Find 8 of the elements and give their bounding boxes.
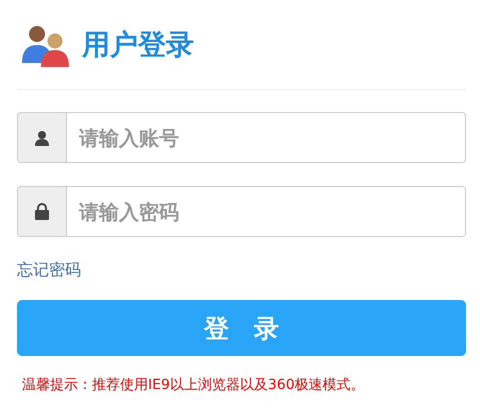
account-field[interactable]: 请输入账号	[17, 112, 466, 163]
lock-icon	[35, 203, 49, 220]
page-title: 用户登录	[82, 26, 194, 62]
user-icon	[34, 130, 50, 146]
notice-text: 温馨提示：推荐使用IE9以上浏览器以及360极速模式。	[22, 376, 366, 394]
login-button[interactable]: 登 录	[17, 300, 466, 356]
password-field[interactable]: 请输入密码	[17, 186, 466, 237]
forgot-password-link[interactable]: 忘记密码	[17, 260, 81, 281]
